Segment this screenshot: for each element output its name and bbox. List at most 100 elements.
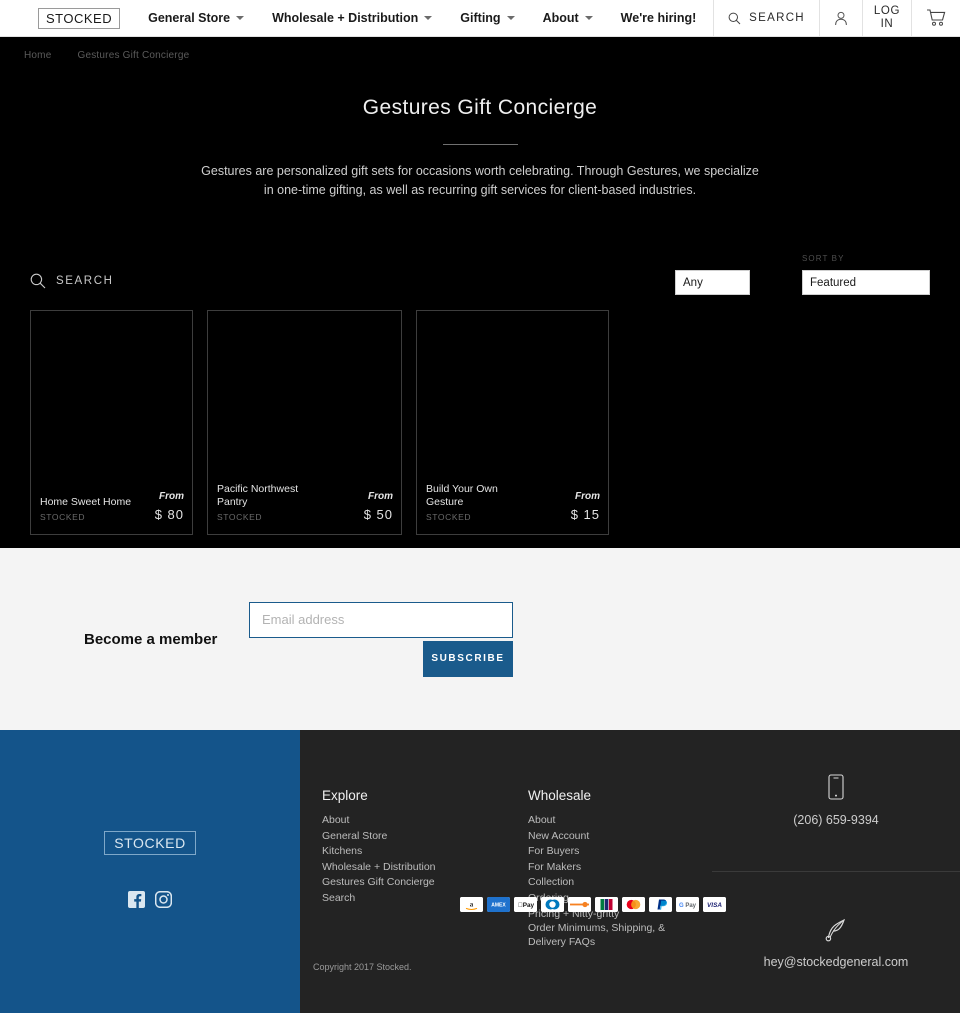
collection-hero: Home Gestures Gift Concierge Gestures Gi…	[0, 37, 960, 548]
breadcrumb: Home Gestures Gift Concierge	[0, 37, 960, 61]
nav-item-about[interactable]: About	[529, 0, 607, 36]
footer-links-panel: Explore About General Store Kitchens Who…	[300, 730, 726, 1013]
filter-select[interactable]: Any	[675, 270, 750, 295]
footer-column-wholesale: Wholesale About New Account For Buyers F…	[528, 788, 678, 951]
product-vendor: STOCKED	[426, 512, 472, 522]
product-title: Build Your Own Gesture	[426, 483, 498, 508]
product-card[interactable]: Pacific Northwest Pantry STOCKED From $ …	[207, 310, 402, 535]
nav-label: Wholesale + Distribution	[272, 11, 419, 25]
footer-link[interactable]: Wholesale + Distribution	[322, 860, 472, 876]
nav-item-were-hiring[interactable]: We're hiring!	[607, 0, 711, 36]
footer-link[interactable]: Order Minimums, Shipping, & Delivery FAQ…	[528, 922, 678, 949]
svg-text:G Pay: G Pay	[679, 903, 697, 909]
cart-button[interactable]	[911, 0, 960, 36]
nav-label: About	[542, 11, 579, 25]
footer-link[interactable]: Search	[322, 891, 472, 907]
svg-text:Pay: Pay	[518, 902, 535, 909]
user-icon	[835, 11, 847, 25]
footer-link[interactable]: General Store	[322, 829, 472, 845]
header-search-button[interactable]: SEARCH	[713, 0, 819, 36]
footer-link[interactable]: About	[322, 813, 472, 829]
collection-search-button[interactable]: SEARCH	[30, 273, 114, 289]
product-price-prefix: From	[575, 491, 600, 502]
email-input[interactable]	[249, 601, 513, 638]
account-button[interactable]	[818, 0, 862, 36]
svg-text:a: a	[470, 900, 474, 908]
site-logo: STOCKED	[38, 7, 121, 29]
sort-select[interactable]: Featured	[802, 270, 930, 295]
svg-text:VISA: VISA	[707, 902, 722, 909]
footer-link[interactable]: Gestures Gift Concierge	[322, 875, 472, 891]
nav-item-wholesale-distribution[interactable]: Wholesale + Distribution	[258, 0, 446, 36]
sort-group: SORT BY Featured	[802, 254, 930, 295]
footer-phone-block: (206) 659-9394	[712, 730, 960, 872]
quill-pen-icon	[825, 918, 846, 942]
amex-icon: AMEX	[487, 897, 510, 912]
newsletter-title: Become a member	[84, 630, 218, 648]
product-info: Build Your Own Gesture STOCKED From $ 15	[426, 483, 600, 522]
nav-item-gifting[interactable]: Gifting	[446, 0, 528, 36]
chevron-down-icon	[506, 16, 515, 20]
footer-link[interactable]: Collection	[528, 875, 678, 891]
social-links	[128, 890, 173, 913]
product-info: Home Sweet Home STOCKED From $ 80	[40, 491, 184, 522]
apple-pay-icon: Pay	[514, 897, 537, 912]
footer-link[interactable]: About	[528, 813, 678, 829]
chevron-down-icon	[584, 16, 593, 20]
header-actions: SEARCH LOG IN	[713, 0, 960, 36]
sort-label: SORT BY	[802, 254, 845, 263]
product-card[interactable]: Home Sweet Home STOCKED From $ 80	[30, 310, 193, 535]
page-title: Gestures Gift Concierge	[362, 96, 598, 119]
product-info: Pacific Northwest Pantry STOCKED From $ …	[217, 483, 393, 522]
product-price: From $ 50	[364, 491, 393, 522]
main-navigation: General Store Wholesale + Distribution G…	[134, 0, 713, 36]
nav-label: General Store	[148, 11, 231, 25]
jcb-icon	[595, 897, 618, 912]
logo-link[interactable]: STOCKED	[0, 0, 134, 36]
breadcrumb-home[interactable]: Home	[24, 50, 51, 61]
product-price-amount: $ 80	[154, 507, 184, 522]
login-label-line2: IN	[880, 18, 894, 30]
footer-link[interactable]: For Makers	[528, 860, 678, 876]
login-button[interactable]: LOG IN	[861, 0, 911, 36]
product-price-prefix: From	[159, 491, 184, 502]
visa-icon: VISA	[703, 897, 726, 912]
product-price-amount: $ 15	[570, 507, 600, 522]
footer-link[interactable]: Kitchens	[322, 844, 472, 860]
nav-label: We're hiring!	[620, 11, 697, 25]
title-divider	[442, 144, 518, 145]
product-card[interactable]: Build Your Own Gesture STOCKED From $ 15	[416, 310, 609, 535]
footer-email-block: hey@stockedgeneral.com	[712, 872, 960, 1013]
footer-link[interactable]: New Account	[528, 829, 678, 845]
collection-filters: Any SORT BY Featured	[675, 254, 930, 295]
search-icon	[30, 273, 46, 289]
product-price-prefix: From	[368, 491, 393, 502]
footer-email[interactable]: hey@stockedgeneral.com	[764, 955, 909, 969]
nav-item-general-store[interactable]: General Store	[134, 0, 258, 36]
product-price-amount: $ 50	[363, 507, 393, 522]
instagram-icon[interactable]	[154, 890, 173, 913]
filter-group: Any	[675, 254, 750, 295]
chevron-down-icon	[424, 16, 433, 20]
footer-link[interactable]: For Buyers	[528, 844, 678, 860]
shopping-cart-icon	[927, 9, 946, 26]
footer-column-title: Wholesale	[528, 788, 592, 803]
facebook-icon[interactable]	[128, 890, 145, 913]
chevron-down-icon	[236, 16, 245, 20]
footer-phone[interactable]: (206) 659-9394	[793, 813, 878, 827]
collection-search-label: SEARCH	[56, 275, 114, 287]
payment-methods: a AMEX Pay G Pay	[460, 897, 726, 912]
site-footer: STOCKED Explore About General Store Kitc…	[0, 730, 960, 1013]
google-pay-icon: G Pay	[676, 897, 699, 912]
mastercard-icon	[622, 897, 645, 912]
search-icon	[728, 12, 741, 24]
discover-icon	[568, 897, 591, 912]
product-title: Home Sweet Home	[40, 496, 132, 508]
subscribe-button[interactable]: SUBSCRIBE	[423, 640, 513, 677]
header-search-label: SEARCH	[749, 12, 805, 24]
footer-contact-panel: (206) 659-9394 hey@stockedgeneral.com	[712, 730, 960, 1013]
footer-columns: Explore About General Store Kitchens Who…	[322, 788, 712, 951]
product-vendor: STOCKED	[217, 512, 263, 522]
footer-column-explore: Explore About General Store Kitchens Who…	[322, 788, 472, 951]
footer-logo[interactable]: STOCKED	[104, 830, 196, 855]
